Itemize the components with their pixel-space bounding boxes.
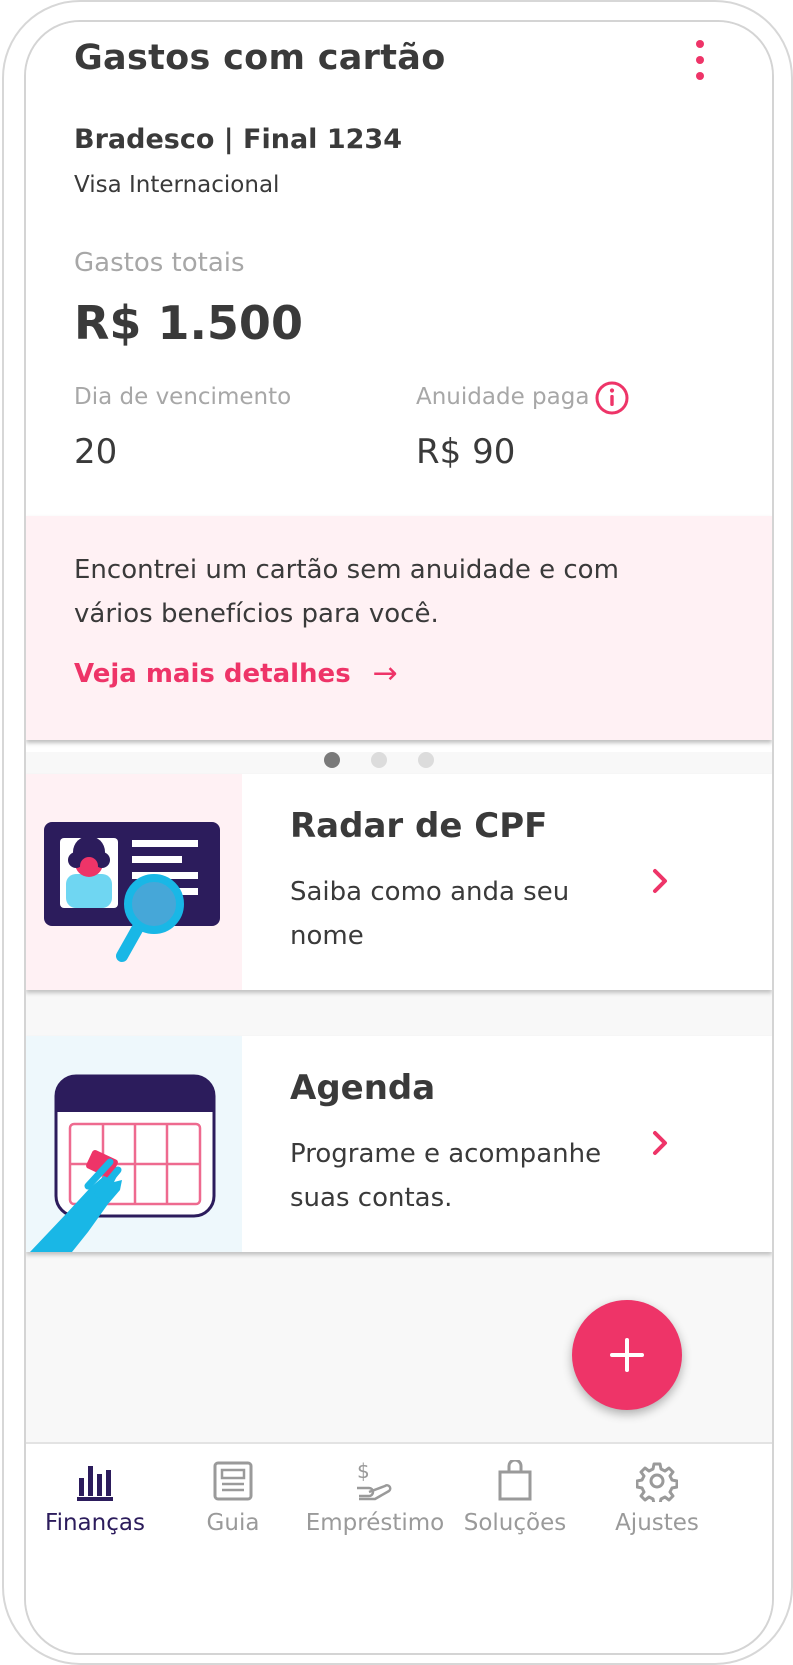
- kebab-menu-icon[interactable]: [690, 40, 710, 80]
- total-spending-value: R$ 1.500: [74, 296, 303, 350]
- svg-text:$: $: [357, 1460, 370, 1483]
- nav-label: Finanças: [45, 1510, 145, 1536]
- calendar-hand-illustration: [26, 1036, 242, 1252]
- nav-label: Soluções: [463, 1510, 567, 1536]
- nav-label: Ajustes: [615, 1510, 699, 1536]
- nav-label: Guia: [206, 1510, 260, 1536]
- id-card-magnifier-illustration: [26, 774, 242, 990]
- carousel-dot-1[interactable]: [324, 752, 340, 768]
- app-screen: Gastos com cartão Bradesco | Final 1234 …: [24, 20, 774, 1655]
- feature-description: Saiba como anda seu nome: [290, 877, 570, 951]
- promo-text: Encontrei um cartão sem anuidade e com v…: [74, 555, 619, 629]
- agenda-card[interactable]: Agenda Programe e acompanhe suas contas.: [26, 1036, 772, 1252]
- total-spending-label: Gastos totais: [74, 248, 245, 278]
- shopping-bag-icon: [498, 1460, 532, 1501]
- bank-name: Bradesco | Final 1234: [74, 124, 402, 155]
- page-title: Gastos com cartão: [74, 38, 446, 78]
- carousel-dot-2[interactable]: [371, 752, 387, 768]
- annual-fee-value: R$ 90: [416, 432, 516, 472]
- bar-chart-icon: [77, 1466, 113, 1501]
- add-button[interactable]: [572, 1300, 682, 1410]
- chevron-right-icon: [653, 869, 667, 893]
- nav-label: Empréstimo: [305, 1510, 445, 1536]
- promo-details-link[interactable]: Veja mais detalhes →: [74, 656, 398, 691]
- promo-banner: Encontrei um cartão sem anuidade e com v…: [26, 516, 772, 740]
- radar-cpf-card[interactable]: Radar de CPF Saiba como anda seu nome: [26, 774, 772, 990]
- annual-fee-label: Anuidade paga: [416, 384, 590, 410]
- gear-icon: [636, 1462, 678, 1502]
- nav-item-solucoes[interactable]: Soluções: [440, 1460, 590, 1560]
- money-hand-icon: $: [357, 1460, 392, 1501]
- bottom-navigation: Finanças Guia $ Empréstimo Soluções Ajus…: [26, 1442, 772, 1653]
- due-day-value: 20: [74, 432, 118, 472]
- card-type: Visa Internacional: [74, 172, 280, 198]
- feature-title: Agenda: [290, 1068, 436, 1108]
- arrow-right-icon: →: [372, 656, 398, 691]
- info-icon[interactable]: [594, 380, 630, 416]
- plus-icon: [610, 1338, 644, 1372]
- nav-item-emprestimo[interactable]: $ Empréstimo: [300, 1460, 450, 1560]
- card-spending-panel: Gastos com cartão Bradesco | Final 1234 …: [26, 22, 772, 752]
- feature-description: Programe e acompanhe suas contas.: [290, 1139, 602, 1213]
- nav-item-ajustes[interactable]: Ajustes: [582, 1460, 732, 1560]
- carousel-dot-3[interactable]: [418, 752, 434, 768]
- newspaper-icon: [213, 1461, 253, 1501]
- chevron-right-icon: [653, 1131, 667, 1155]
- nav-item-financas[interactable]: Finanças: [26, 1460, 170, 1560]
- nav-item-guia[interactable]: Guia: [158, 1460, 308, 1560]
- promo-link-label: Veja mais detalhes: [74, 658, 351, 689]
- feature-title: Radar de CPF: [290, 806, 548, 846]
- carousel-indicator: [26, 748, 772, 772]
- due-day-label: Dia de vencimento: [74, 384, 292, 410]
